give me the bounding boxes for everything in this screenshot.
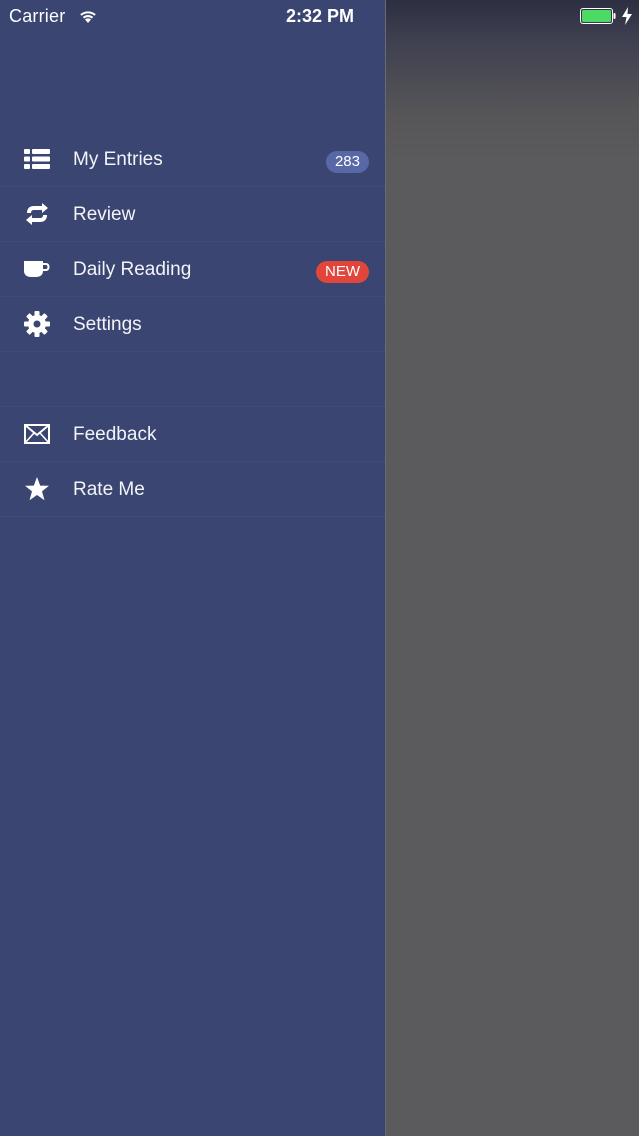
entries-count-badge: 283 bbox=[325, 151, 369, 173]
list-icon bbox=[24, 146, 50, 172]
star-icon bbox=[24, 476, 50, 502]
menu-item-my-entries[interactable]: My Entries 283 bbox=[0, 132, 385, 187]
status-bar: Carrier 2:32 PM bbox=[0, 0, 639, 34]
new-badge: NEW bbox=[316, 261, 369, 283]
menu-item-settings[interactable]: Settings bbox=[0, 297, 385, 352]
menu-item-review[interactable]: Review bbox=[0, 187, 385, 242]
envelope-icon bbox=[24, 421, 50, 447]
menu-section-spacer bbox=[0, 352, 385, 407]
screen: My Entries 283 Review Daily Reading NEW … bbox=[0, 0, 639, 1136]
menu-item-label: Rate Me bbox=[73, 479, 145, 500]
menu-item-label: Feedback bbox=[73, 424, 157, 445]
menu-item-daily-reading[interactable]: Daily Reading NEW bbox=[0, 242, 385, 297]
side-drawer: My Entries 283 Review Daily Reading NEW … bbox=[0, 0, 385, 1136]
menu-item-label: Settings bbox=[73, 314, 142, 335]
dimmed-main-content[interactable] bbox=[385, 0, 639, 1136]
menu-item-label: My Entries bbox=[73, 149, 163, 170]
gear-icon bbox=[24, 311, 50, 337]
menu-item-feedback[interactable]: Feedback bbox=[0, 407, 385, 462]
refresh-icon bbox=[24, 201, 50, 227]
menu-item-label: Daily Reading bbox=[73, 259, 192, 280]
menu-item-label: Review bbox=[73, 204, 136, 225]
charging-bolt-icon bbox=[621, 7, 633, 25]
carrier-name: Carrier bbox=[9, 6, 66, 26]
drawer-menu: My Entries 283 Review Daily Reading NEW … bbox=[0, 132, 385, 517]
battery-icon bbox=[580, 8, 616, 24]
status-time: 2:32 PM bbox=[286, 6, 355, 26]
menu-item-rate-me[interactable]: Rate Me bbox=[0, 462, 385, 517]
wifi-icon bbox=[78, 8, 98, 24]
cup-icon bbox=[24, 256, 50, 282]
